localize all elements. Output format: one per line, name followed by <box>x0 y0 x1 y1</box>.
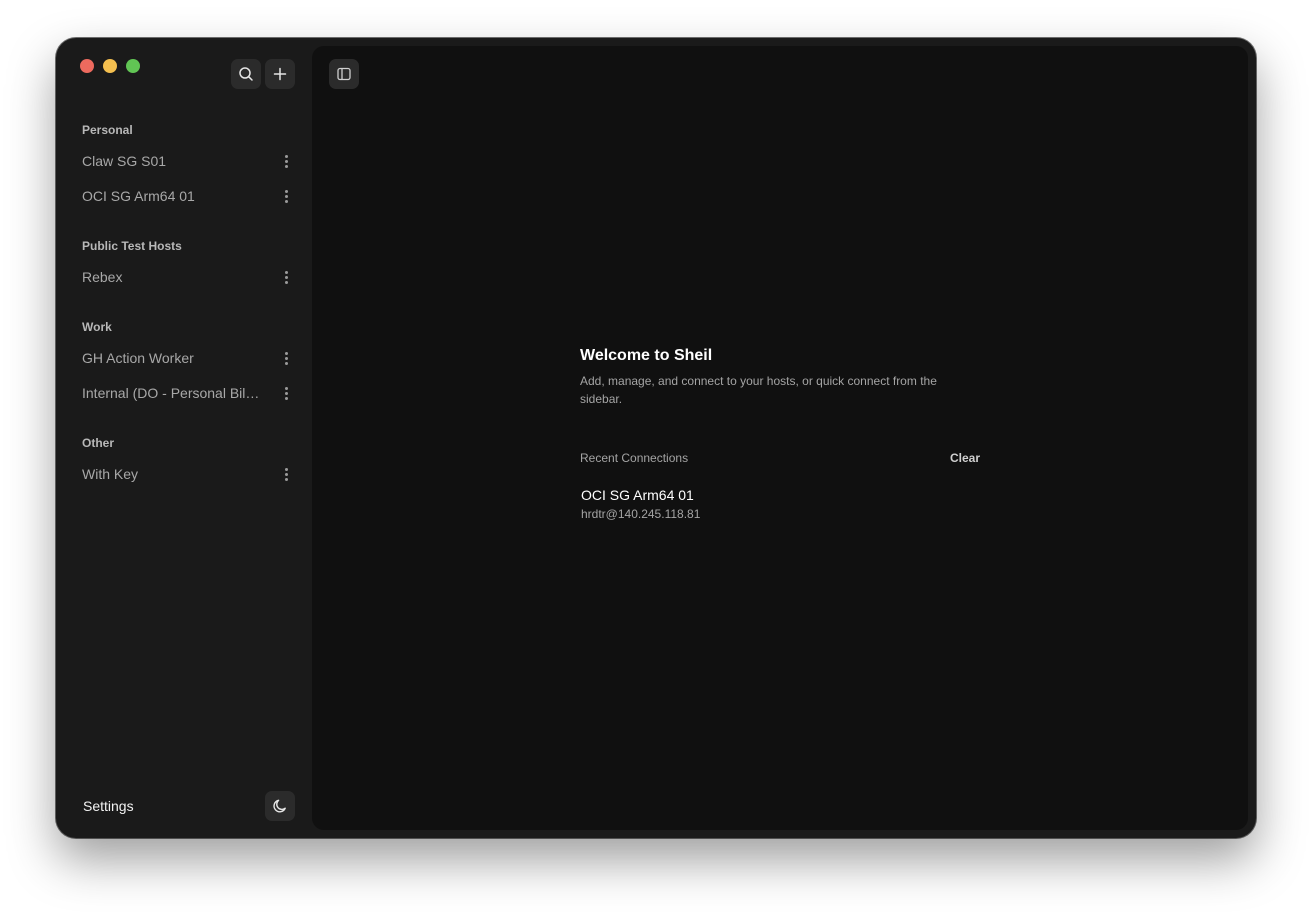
theme-toggle-button[interactable] <box>265 791 295 821</box>
host-item[interactable]: Internal (DO - Personal Billi... <box>74 378 296 408</box>
toggle-sidebar-button[interactable] <box>329 59 359 89</box>
search-icon <box>239 67 253 81</box>
more-options-icon[interactable] <box>276 383 296 403</box>
recent-connection-name: OCI SG Arm64 01 <box>581 487 694 503</box>
clear-recent-button[interactable]: Clear <box>950 451 980 465</box>
group-title-other: Other <box>82 436 115 450</box>
group-title-personal: Personal <box>82 123 133 137</box>
host-label: OCI SG Arm64 01 <box>82 188 195 204</box>
host-label: With Key <box>82 466 139 482</box>
host-label: Internal (DO - Personal Billi... <box>82 385 262 401</box>
sidebar-toggle-icon <box>337 67 351 81</box>
add-host-button[interactable] <box>265 59 295 89</box>
settings-button[interactable]: Settings <box>83 798 134 814</box>
group-title-work: Work <box>82 320 112 334</box>
host-item[interactable]: OCI SG Arm64 01 <box>74 181 296 211</box>
app-window: Personal Claw SG S01 OCI SG Arm64 01 Pub… <box>56 38 1256 838</box>
welcome-description: Add, manage, and connect to your hosts, … <box>580 374 937 406</box>
group-title-public-test-hosts: Public Test Hosts <box>82 239 182 253</box>
more-options-icon[interactable] <box>276 348 296 368</box>
host-item[interactable]: GH Action Worker <box>74 343 296 373</box>
host-label: GH Action Worker <box>82 350 194 366</box>
host-label: Claw SG S01 <box>82 153 167 169</box>
more-options-icon[interactable] <box>276 151 296 171</box>
moon-icon <box>273 799 286 813</box>
host-label: Rebex <box>82 269 123 285</box>
more-options-icon[interactable] <box>276 267 296 287</box>
host-item[interactable]: With Key <box>74 459 296 489</box>
main-panel: Welcome to Sheil Add, manage, and connec… <box>312 46 1248 830</box>
recent-connections-header: Recent Connections Clear <box>580 451 980 471</box>
welcome-title: Welcome to Sheil <box>580 347 713 364</box>
host-item[interactable]: Rebex <box>74 262 296 292</box>
recent-connection-address: hrdtr@140.245.118.81 <box>581 507 701 521</box>
more-options-icon[interactable] <box>276 186 296 206</box>
search-button[interactable] <box>231 59 261 89</box>
sidebar: Personal Claw SG S01 OCI SG Arm64 01 Pub… <box>56 38 312 838</box>
host-item[interactable]: Claw SG S01 <box>74 146 296 176</box>
recent-connections-title: Recent Connections <box>580 451 689 465</box>
more-options-icon[interactable] <box>276 464 296 484</box>
recent-connection-item[interactable]: OCI SG Arm64 01 hrdtr@140.245.118.81 <box>580 486 880 526</box>
welcome-section: Welcome to Sheil Add, manage, and connec… <box>580 347 980 408</box>
plus-icon <box>273 67 287 81</box>
